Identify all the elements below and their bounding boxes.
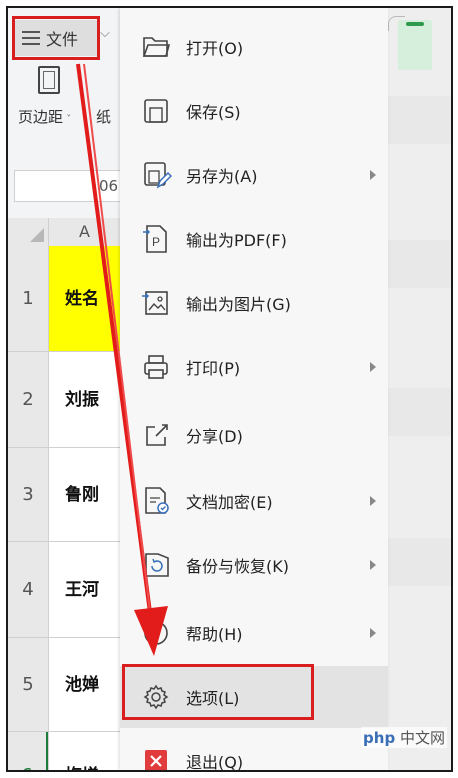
row-header[interactable]: 1 [8,246,48,352]
table-cell[interactable]: 刘振 [48,352,120,448]
menu-item-label: 帮助(H) [186,625,243,644]
menu-item-label: 打开(O) [186,39,244,58]
export-image-icon [142,291,168,315]
export-pdf-icon: P [143,225,167,253]
menu-item-label: 分享(D) [186,427,243,446]
column-header-a[interactable]: A [48,218,120,246]
app-window: 文件 ⌵ 页边距 ˅ 纸 06 A 1 姓名 2 刘振 3 鲁刚 4 王河 5 … [6,6,453,772]
document-tab[interactable] [398,20,432,70]
svg-text:P: P [152,235,160,249]
submenu-arrow-icon [370,362,376,372]
select-all-corner[interactable] [8,218,48,246]
menu-item-label: 保存(S) [186,103,241,122]
table-cell[interactable]: 鲁刚 [48,448,120,542]
save-icon [144,99,168,123]
folder-icon [142,37,170,57]
spreadsheet-area: 文件 ⌵ 页边距 ˅ 纸 06 A 1 姓名 2 刘振 3 鲁刚 4 王河 5 … [8,8,124,770]
table-cell[interactable]: 姓名 [48,246,120,352]
table-cell[interactable]: 梅增 [48,732,120,770]
menu-item-print[interactable]: 打印(P) [120,336,388,398]
encrypt-icon [145,487,169,514]
submenu-arrow-icon [370,496,376,506]
menu-item-help[interactable]: 帮助(H) [120,602,388,664]
right-strip [388,240,451,288]
menu-item-label: 退出(Q) [186,753,244,772]
row-header[interactable]: 5 [8,638,48,732]
page-margin-label[interactable]: 页边距 ˅ [18,106,71,127]
menu-item-label: 打印(P) [186,359,241,378]
menu-item-label: 输出为PDF(F) [186,231,287,250]
file-menu: 打开(O) 保存(S) 另存为(A) P 输出为PDF(F) 输出为图片(G) … [120,8,388,770]
menu-item-exit[interactable]: 退出(Q) [120,730,388,772]
save-as-icon [144,162,172,189]
watermark: php 中文网 [361,727,447,748]
file-button-highlight [12,16,100,60]
row-header[interactable]: 6 [8,732,48,770]
menu-item-save-as[interactable]: 另存为(A) [120,144,388,206]
menu-item-label: 另存为(A) [186,167,258,186]
menu-item-export-pdf[interactable]: P 输出为PDF(F) [120,208,388,270]
submenu-arrow-icon [370,560,376,570]
name-box[interactable]: 06 [14,170,124,202]
menu-item-label: 文档加密(E) [186,493,273,512]
exit-icon [145,750,167,770]
menu-item-label: 输出为图片(G) [186,295,291,314]
options-highlight [122,664,314,720]
row-header[interactable]: 4 [8,542,48,638]
menu-item-encrypt[interactable]: 文档加密(E) [120,470,388,532]
menu-item-share[interactable]: 分享(D) [120,404,388,466]
menu-item-backup[interactable]: 备份与恢复(K) [120,534,388,596]
table-cell[interactable]: 王河 [48,542,120,638]
table-cell[interactable]: 池婵 [48,638,120,732]
chevron-down-icon[interactable]: ⌵ [100,26,110,41]
submenu-arrow-icon [370,628,376,638]
menu-item-export-image[interactable]: 输出为图片(G) [120,272,388,334]
right-strip [388,96,451,144]
row-header[interactable]: 3 [8,448,48,542]
menu-item-save[interactable]: 保存(S) [120,80,388,142]
menu-item-open[interactable]: 打开(O) [120,16,388,78]
right-strip [388,538,451,586]
menu-item-label: 备份与恢复(K) [186,557,289,576]
page-margin-icon[interactable] [38,66,60,94]
submenu-arrow-icon [370,170,376,180]
right-strip [388,388,451,436]
paper-size-label[interactable]: 纸 [96,106,111,127]
help-icon [144,621,168,645]
backup-icon [145,553,169,577]
share-icon [146,424,168,446]
row-header[interactable]: 2 [8,352,48,448]
printer-icon [144,355,168,379]
